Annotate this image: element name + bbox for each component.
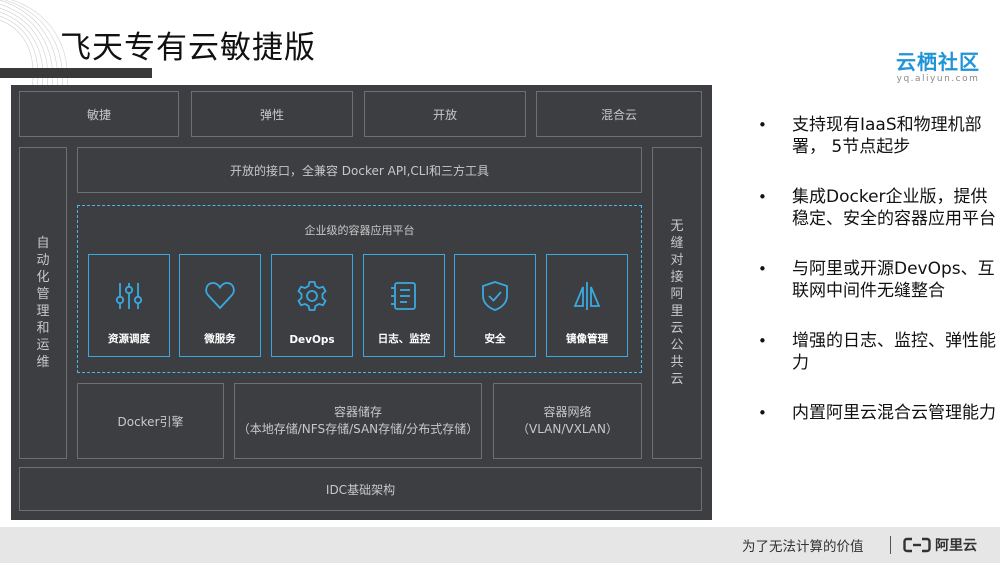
module-resource-scheduling: 资源调度 [88, 254, 170, 357]
heart-icon [205, 282, 235, 310]
footer-bar: 为了无法计算的价值 阿里云 [0, 527, 1000, 563]
module-label: DevOps [289, 334, 335, 346]
platform-title: 企业级的容器应用平台 [304, 224, 415, 237]
module-log-monitor: 日志、监控 [363, 254, 445, 357]
module-security: 安全 [454, 254, 536, 357]
logo-sub-text: yq.aliyun.com [896, 74, 980, 84]
side-auto-ops-label: 自动化管理和运维 [36, 236, 50, 370]
sliders-icon [115, 283, 143, 309]
feature-open: 开放 [364, 91, 526, 137]
docker-engine-box: Docker引擎 [77, 383, 224, 459]
aliyun-logo-icon [903, 537, 931, 553]
module-microservice: 微服务 [179, 254, 261, 357]
shield-icon [482, 281, 508, 311]
yunqi-logo: 云栖社区 yq.aliyun.com [896, 46, 980, 84]
slide-title: 飞天专有云敏捷版 [60, 30, 316, 66]
title-underline-bar [0, 68, 152, 78]
module-label: 资源调度 [108, 333, 150, 345]
idc-infrastructure-box: IDC基础架构 [19, 467, 702, 511]
module-label: 镜像管理 [566, 333, 608, 345]
gear-icon [297, 281, 327, 311]
feature-hybrid-cloud: 混合云 [536, 91, 702, 137]
logo-main-text: 云栖社区 [896, 50, 980, 74]
container-network-box: 容器网络 （VLAN/VXLAN） [493, 383, 642, 459]
footer-separator [890, 536, 891, 554]
storage-title: 容器储存 [333, 405, 382, 419]
side-public-cloud: 无缝对接阿里云公共云 [652, 147, 702, 459]
feature-agile: 敏捷 [19, 91, 179, 137]
container-platform: 企业级的容器应用平台 资源调度 微服务 DevOps 日志、监控 安全 镜像管理 [77, 205, 642, 373]
side-auto-ops: 自动化管理和运维 [19, 147, 67, 459]
container-storage-box: 容器储存 （本地存储/NFS存储/SAN存储/分布式存储） [234, 383, 482, 459]
network-detail: （VLAN/VXLAN） [517, 422, 618, 436]
footer-brand: 阿里云 [935, 538, 977, 554]
bullet-item: 内置阿里云混合云管理能力 [757, 402, 997, 424]
architecture-diagram: 敏捷 弹性 开放 混合云 自动化管理和运维 无缝对接阿里云公共云 开放的接口，全… [11, 85, 712, 520]
footer-tagline: 为了无法计算的价值 [742, 539, 864, 555]
module-devops: DevOps [271, 254, 353, 357]
log-icon [391, 282, 416, 310]
mirror-icon [573, 282, 601, 310]
bullet-item: 集成Docker企业版，提供稳定、安全的容器应用平台 [757, 186, 997, 230]
module-label: 微服务 [204, 333, 236, 345]
network-title: 容器网络 [543, 405, 592, 419]
feature-elastic: 弹性 [191, 91, 353, 137]
storage-detail: （本地存储/NFS存储/SAN存储/分布式存储） [237, 422, 479, 436]
module-label: 安全 [484, 333, 506, 345]
module-image-management: 镜像管理 [546, 254, 628, 357]
bullet-item: 与阿里或开源DevOps、互联网中间件无缝整合 [757, 258, 997, 302]
module-label: 日志、监控 [377, 333, 431, 345]
feature-bullet-list: 支持现有IaaS和物理机部署， 5节点起步 集成Docker企业版，提供稳定、安… [757, 114, 997, 452]
bullet-item: 支持现有IaaS和物理机部署， 5节点起步 [757, 114, 997, 158]
side-public-cloud-label: 无缝对接阿里云公共云 [670, 219, 684, 387]
bullet-item: 增强的日志、监控、弹性能力 [757, 330, 997, 374]
api-bar: 开放的接口，全兼容 Docker API,CLI和三方工具 [77, 147, 642, 193]
